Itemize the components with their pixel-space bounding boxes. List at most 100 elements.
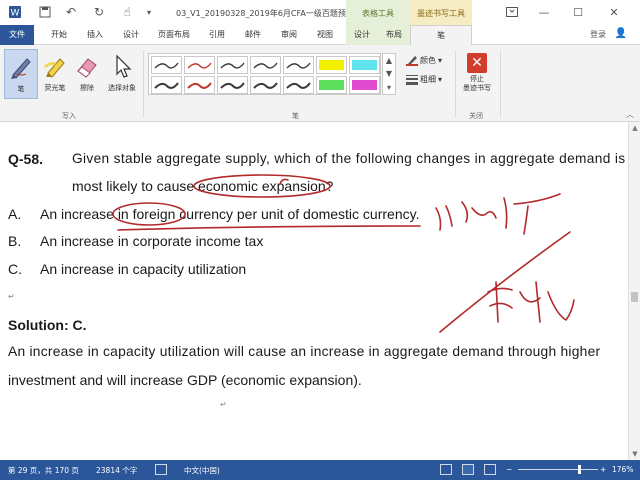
- tab-view[interactable]: 视图: [310, 25, 340, 45]
- print-layout-icon[interactable]: [462, 464, 474, 475]
- vertical-scrollbar[interactable]: ▲ ▼: [628, 122, 640, 460]
- group-separator: [455, 51, 456, 117]
- solution-heading: Solution: C.: [8, 317, 87, 333]
- color-label: 颜色: [420, 55, 436, 65]
- more-icon[interactable]: ▾: [387, 83, 391, 92]
- select-objects-label: 选择对象: [108, 84, 136, 92]
- option-b-text: An increase in corporate income tax: [40, 233, 264, 249]
- close-icon[interactable]: ✕: [602, 2, 626, 22]
- highlighter-icon: [44, 58, 65, 78]
- option-b-letter: B.: [8, 233, 22, 249]
- zoom-level[interactable]: 176%: [612, 465, 633, 474]
- word-count[interactable]: 23814 个字: [96, 465, 137, 476]
- word-app-icon[interactable]: W: [6, 3, 24, 21]
- group-close-label: 关闭: [469, 112, 483, 120]
- collapse-ribbon-icon[interactable]: ︿: [626, 109, 634, 120]
- chevron-down-icon: ▾: [438, 74, 443, 84]
- question-text-line2: most likely to cause economic expansion?: [72, 178, 334, 194]
- pen-swatch[interactable]: [184, 56, 215, 74]
- tab-table-layout[interactable]: 布局: [378, 25, 410, 45]
- eraser-tool-button[interactable]: 擦除: [70, 49, 104, 99]
- save-icon[interactable]: [36, 3, 54, 21]
- pen-swatch[interactable]: [250, 76, 281, 94]
- select-objects-button[interactable]: 选择对象: [104, 49, 140, 99]
- ribbon-tabs: 文件 开始 插入 设计 页面布局 引用 邮件 审阅 视图 设计 布局 笔 登录 …: [0, 25, 640, 46]
- proofing-icon[interactable]: [155, 464, 167, 475]
- pen-swatch[interactable]: [184, 76, 215, 94]
- pen-gallery: [148, 53, 381, 95]
- question-text-line1: Given stable aggregate supply, which of …: [72, 151, 626, 166]
- stop-label-1: 停止: [470, 75, 484, 83]
- option-c-text: An increase in capacity utilization: [40, 261, 247, 277]
- weight-icon: [406, 75, 418, 85]
- ink-handwriting-1: [435, 193, 561, 235]
- highlighter-tool-button[interactable]: 荧光笔: [38, 49, 72, 99]
- scroll-up-icon[interactable]: ▲: [386, 56, 392, 65]
- redo-icon[interactable]: ↻: [90, 3, 108, 21]
- touch-mode-icon[interactable]: ☝: [118, 3, 136, 21]
- page-count[interactable]: 第 29 页，共 170 页: [8, 465, 79, 476]
- scroll-down-icon[interactable]: ▼: [386, 69, 392, 78]
- pen-tool-button[interactable]: 笔: [4, 49, 38, 99]
- color-dropdown[interactable]: 颜色 ▾: [406, 54, 442, 66]
- tab-file[interactable]: 文件: [0, 25, 34, 45]
- zoom-out-icon[interactable]: −: [506, 465, 512, 474]
- group-separator: [500, 51, 501, 117]
- scroll-up-icon[interactable]: ▲: [629, 124, 640, 132]
- tab-review[interactable]: 审阅: [274, 25, 304, 45]
- stop-inking-button[interactable]: ✕ 停止 墨迹书写: [460, 51, 494, 103]
- scroll-thumb[interactable]: [631, 292, 638, 302]
- solution-text-line1: An increase in capacity utilization will…: [8, 344, 601, 359]
- pen-gallery-scroll[interactable]: ▲ ▼ ▾: [382, 53, 396, 95]
- document-title: 03_V1_20190328_2019年6月CFA一级百题预...: [176, 9, 354, 18]
- pen-swatch[interactable]: [151, 76, 182, 94]
- zoom-slider[interactable]: [518, 469, 598, 470]
- customize-qat-icon[interactable]: ▾: [140, 3, 158, 21]
- share-icon[interactable]: 👤: [610, 28, 632, 42]
- pen-swatch[interactable]: [217, 56, 248, 74]
- highlighter-swatch[interactable]: [349, 76, 380, 94]
- tab-design[interactable]: 设计: [116, 25, 146, 45]
- zoom-in-icon[interactable]: +: [600, 465, 606, 474]
- chevron-down-icon: ▾: [438, 55, 443, 65]
- tab-home[interactable]: 开始: [44, 25, 74, 45]
- pen-swatch[interactable]: [283, 76, 314, 94]
- pen-icon: [11, 58, 31, 79]
- tab-insert[interactable]: 插入: [80, 25, 110, 45]
- language[interactable]: 中文(中国): [184, 465, 220, 476]
- pen-swatch[interactable]: [151, 56, 182, 74]
- document-page[interactable]: Q-58. Given stable aggregate supply, whi…: [0, 122, 628, 460]
- login-link[interactable]: 登录: [590, 29, 606, 40]
- title-bar: W ↶ ↻ ☝ ▾ 03_V1_20190328_2019年6月CFA一级百题预…: [0, 0, 640, 25]
- pen-swatch[interactable]: [283, 56, 314, 74]
- pen-swatch[interactable]: [217, 76, 248, 94]
- pen-swatch[interactable]: [250, 56, 281, 74]
- highlighter-swatch[interactable]: [349, 56, 380, 74]
- highlighter-swatch[interactable]: [316, 76, 347, 94]
- tab-references[interactable]: 引用: [202, 25, 232, 45]
- question-number: Q-58.: [8, 151, 44, 167]
- weight-dropdown[interactable]: 粗细 ▾: [406, 73, 442, 85]
- maximize-icon[interactable]: ☐: [566, 2, 590, 22]
- close-x-icon: ✕: [467, 53, 487, 73]
- tab-pen[interactable]: 笔: [410, 25, 472, 46]
- zoom-slider-thumb[interactable]: [578, 465, 581, 474]
- tab-mailings[interactable]: 邮件: [238, 25, 268, 45]
- group-pens-label: 笔: [292, 112, 299, 120]
- scroll-down-icon[interactable]: ▼: [629, 450, 640, 458]
- tab-layout[interactable]: 页面布局: [152, 25, 196, 45]
- ink-diagonal-stroke: [439, 231, 571, 333]
- minimize-icon[interactable]: —: [532, 2, 556, 22]
- pen-tool-label: 笔: [17, 85, 25, 93]
- highlighter-swatch[interactable]: [316, 56, 347, 74]
- ink-tools-group: 墨迹书写工具: [410, 0, 472, 25]
- ink-annotations: [112, 174, 575, 333]
- eraser-tool-label: 擦除: [80, 84, 94, 92]
- read-mode-icon[interactable]: [440, 464, 452, 475]
- highlighter-tool-label: 荧光笔: [44, 84, 66, 92]
- tab-table-design[interactable]: 设计: [346, 25, 378, 45]
- color-icon: [406, 56, 418, 66]
- undo-icon[interactable]: ↶: [62, 3, 80, 21]
- web-layout-icon[interactable]: [484, 464, 496, 475]
- ribbon-display-options-icon[interactable]: [500, 2, 524, 22]
